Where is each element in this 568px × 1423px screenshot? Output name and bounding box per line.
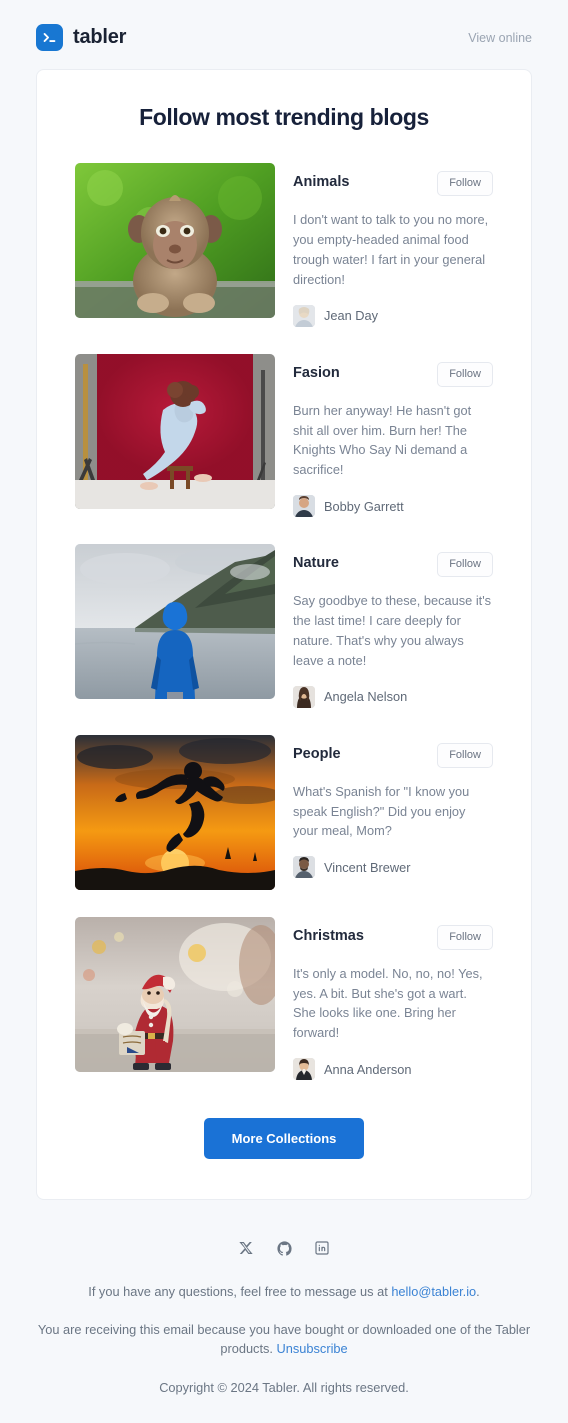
monkey-on-railing-photo[interactable] [75,163,275,318]
list-item: Fasion Follow Burn her anyway! He hasn't… [75,353,493,517]
author: Anna Anderson [293,1058,493,1080]
blog-title: Animals [293,174,350,190]
unsubscribe-link[interactable]: Unsubscribe [277,1341,348,1356]
blog-text: I don't want to talk to you no more, you… [293,212,489,287]
email-link[interactable]: hello@tabler.io [391,1284,476,1299]
author-name: Anna Anderson [324,1061,412,1077]
follow-button[interactable]: Follow [437,361,493,387]
questions-suffix: . [476,1284,480,1299]
copyright: Copyright © 2024 Tabler. All rights rese… [159,1379,409,1395]
avatar [293,495,315,517]
more-collections-button[interactable]: More Collections [203,1118,365,1159]
receiving-line: You are receiving this email because you… [30,1320,538,1358]
follow-button[interactable]: Follow [437,552,493,578]
author-name: Bobby Garrett [324,498,404,514]
page-title: Follow most trending blogs [139,104,429,130]
author: Bobby Garrett [293,495,493,517]
content-card: Follow most trending blogs Animals Follo… [36,69,532,1200]
blog-text: It's only a model. No, no, no! Yes, yes.… [293,965,483,1041]
blog-text: Say goodbye to these, because it's the l… [293,593,492,668]
blog-body: Nature Follow Say goodbye to these, beca… [293,544,493,708]
follow-button[interactable]: Follow [437,924,493,950]
blog-body: People Follow What's Spanish for "I know… [293,735,493,879]
questions-prefix: If you have any questions, feel free to … [88,1284,392,1299]
blog-text: Burn her anyway! He hasn't got shit all … [293,402,472,478]
linkedin-icon[interactable] [312,1238,332,1258]
social-links [30,1238,538,1258]
blog-title: Fasion [293,364,340,381]
blog-head: People Follow [293,742,493,768]
avatar [293,1058,315,1080]
blog-title: Christmas [293,927,364,944]
blog-text: What's Spanish for "I know you speak Eng… [293,783,470,839]
list-item: Animals Follow I don't want to talk to y… [75,163,493,327]
x-twitter-icon[interactable] [236,1238,256,1258]
follow-button[interactable]: Follow [437,742,493,768]
blog-body: Christmas Follow It's only a model. No, … [293,917,493,1080]
brand-name: tabler [73,26,127,48]
list-item: People Follow What's Spanish for "I know… [75,734,493,890]
jumping-silhouette-sunset-photo[interactable] [75,734,275,890]
author-name: Jean Day [324,308,379,323]
follow-button[interactable]: Follow [437,171,493,197]
author: Jean Day [293,304,493,327]
blog-body: Fasion Follow Burn her anyway! He hasn't… [293,354,493,517]
cta-wrapper: More Collections [75,1118,493,1159]
avatar [293,304,315,327]
blog-head: Animals Follow [293,171,493,197]
questions-line: If you have any questions, feel free to … [30,1282,538,1301]
avatar [293,856,315,879]
author-name: Angela Nelson [324,689,408,704]
github-icon[interactable] [274,1238,294,1258]
blog-title: Nature [293,555,339,571]
email-page: tabler View online Follow most trending … [0,0,568,1423]
author: Vincent Brewer [293,856,493,879]
email-footer: If you have any questions, feel free to … [0,1200,568,1423]
author: Angela Nelson [293,685,493,708]
woman-in-blue-dress-red-backdrop-photo[interactable] [75,353,275,509]
blog-head: Nature Follow [293,552,493,578]
email-header: tabler View online [0,0,568,69]
view-online-link[interactable]: View online [468,31,532,45]
brand: tabler [36,24,126,51]
blog-head: Fasion Follow [293,361,493,387]
blog-head: Christmas Follow [293,924,493,950]
blog-title: People [293,745,341,762]
list-item: Christmas Follow It's only a model. No, … [75,916,493,1080]
blog-list: Animals Follow I don't want to talk to y… [75,163,493,1080]
avatar [293,685,315,708]
blog-body: Animals Follow I don't want to talk to y… [293,163,493,327]
santa-figurine-bokeh-photo[interactable] [75,916,275,1072]
person-blue-jacket-lake-photo[interactable] [75,544,275,699]
list-item: Nature Follow Say goodbye to these, beca… [75,544,493,708]
terminal-prompt-icon [36,24,63,51]
author-name: Vincent Brewer [324,859,411,875]
